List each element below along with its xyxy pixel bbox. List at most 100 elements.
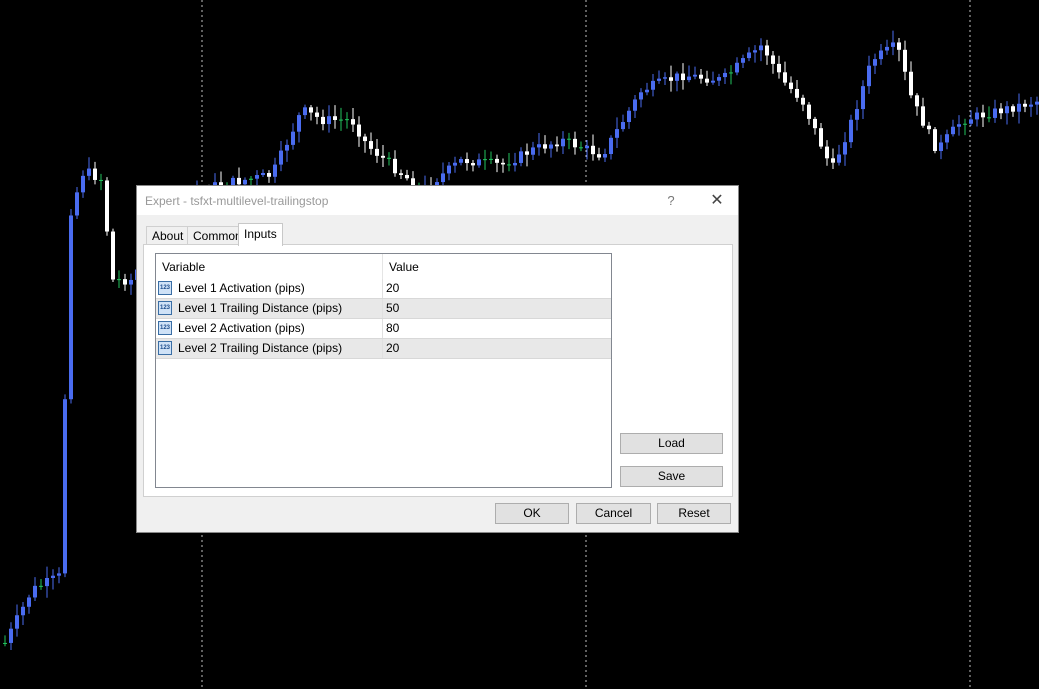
candle-body — [765, 45, 769, 56]
tab-inputs[interactable]: Inputs — [238, 223, 283, 246]
candle-body — [45, 578, 49, 587]
variable-name: Level 1 Activation (pips) — [178, 281, 305, 295]
candle-body — [651, 80, 655, 90]
candle-body — [753, 50, 757, 53]
candle-body — [987, 117, 991, 119]
grid-header: Variable Value — [156, 254, 611, 280]
table-row[interactable]: 123 Level 1 Activation (pips) 20 — [156, 279, 611, 299]
table-row[interactable]: 123 Level 1 Trailing Distance (pips) 50 — [156, 299, 611, 319]
reset-button[interactable]: Reset — [657, 503, 731, 524]
candle-body — [963, 123, 967, 125]
candle-body — [627, 110, 631, 123]
candle-body — [9, 628, 13, 643]
candle-body — [675, 73, 679, 81]
candle-body — [891, 42, 895, 47]
cell-divider — [382, 339, 383, 358]
candle-body — [831, 158, 835, 163]
candle-body — [369, 141, 373, 149]
candle-body — [237, 177, 241, 185]
variable-name: Level 1 Trailing Distance (pips) — [178, 301, 343, 315]
candle-body — [597, 154, 601, 158]
candle-body — [801, 97, 805, 105]
candle-body — [777, 63, 781, 73]
candle-body — [735, 62, 739, 73]
candle-body — [999, 108, 1003, 114]
candle-body — [849, 119, 853, 143]
candle-body — [615, 129, 619, 138]
integer-type-icon: 123 — [158, 341, 172, 355]
candle-body — [945, 134, 949, 143]
candle-body — [27, 597, 31, 607]
close-button[interactable]: ✕ — [703, 190, 731, 212]
candle-body — [639, 92, 643, 100]
candle-body — [519, 151, 523, 163]
variable-value[interactable]: 20 — [386, 279, 399, 298]
candle-body — [51, 575, 55, 579]
candle-body — [477, 159, 481, 166]
candle-body — [327, 116, 331, 125]
candle-body — [549, 144, 553, 149]
candle-body — [717, 77, 721, 81]
candle-body — [309, 107, 313, 113]
inputs-tab-panel: Variable Value 123 Level 1 Activation (p… — [143, 244, 733, 497]
help-button[interactable]: ? — [657, 190, 685, 212]
candle-body — [561, 138, 565, 147]
candle-body — [117, 279, 121, 281]
candle-body — [33, 585, 37, 598]
candle-body — [69, 215, 73, 400]
column-header-value[interactable]: Value — [383, 254, 419, 280]
candle-body — [543, 144, 547, 149]
candle-body — [783, 72, 787, 83]
candle-body — [759, 45, 763, 51]
cell-divider — [382, 299, 383, 318]
table-row[interactable]: 123 Level 2 Activation (pips) 80 — [156, 319, 611, 339]
candle-body — [969, 119, 973, 124]
candle-body — [279, 150, 283, 165]
expert-properties-dialog: Expert - tsfxt-multilevel-trailingstop ?… — [136, 185, 739, 533]
candle-body — [681, 73, 685, 81]
candle-body — [1017, 103, 1021, 112]
candle-body — [507, 164, 511, 166]
candle-body — [405, 174, 409, 179]
dialog-titlebar[interactable]: Expert - tsfxt-multilevel-trailingstop ?… — [137, 186, 738, 215]
candle-body — [843, 142, 847, 155]
candle-body — [705, 78, 709, 83]
variable-value[interactable]: 80 — [386, 319, 399, 338]
candle-body — [123, 279, 127, 285]
candle-body — [357, 124, 361, 137]
candle-body — [21, 606, 25, 616]
candle-body — [537, 144, 541, 148]
candle-body — [315, 112, 319, 117]
table-row[interactable]: 123 Level 2 Trailing Distance (pips) 20 — [156, 339, 611, 359]
candle-body — [285, 144, 289, 151]
candle-body — [81, 175, 85, 193]
candle-body — [591, 145, 595, 155]
candle-body — [249, 178, 253, 180]
candle-body — [531, 147, 535, 155]
candle-body — [39, 585, 43, 587]
tab-about[interactable]: About — [146, 226, 190, 245]
candle-body — [447, 165, 451, 174]
inputs-grid[interactable]: Variable Value 123 Level 1 Activation (p… — [155, 253, 612, 488]
candle-body — [687, 76, 691, 81]
candle-body — [663, 77, 667, 79]
save-button[interactable]: Save — [620, 466, 723, 487]
cancel-button[interactable]: Cancel — [576, 503, 651, 524]
candle-body — [483, 159, 487, 161]
candle-body — [669, 77, 673, 81]
variable-value[interactable]: 50 — [386, 299, 399, 318]
variable-value[interactable]: 20 — [386, 339, 399, 358]
candle-body — [585, 145, 589, 149]
ok-button[interactable]: OK — [495, 503, 569, 524]
load-button[interactable]: Load — [620, 433, 723, 454]
candle-body — [915, 95, 919, 107]
candle-body — [951, 126, 955, 135]
candle-body — [393, 158, 397, 174]
candle-body — [621, 122, 625, 130]
candle-body — [873, 59, 877, 66]
candle-body — [267, 173, 271, 177]
candle-body — [513, 162, 517, 166]
candle-body — [105, 180, 109, 232]
candle-body — [741, 58, 745, 63]
column-header-variable[interactable]: Variable — [156, 254, 205, 280]
